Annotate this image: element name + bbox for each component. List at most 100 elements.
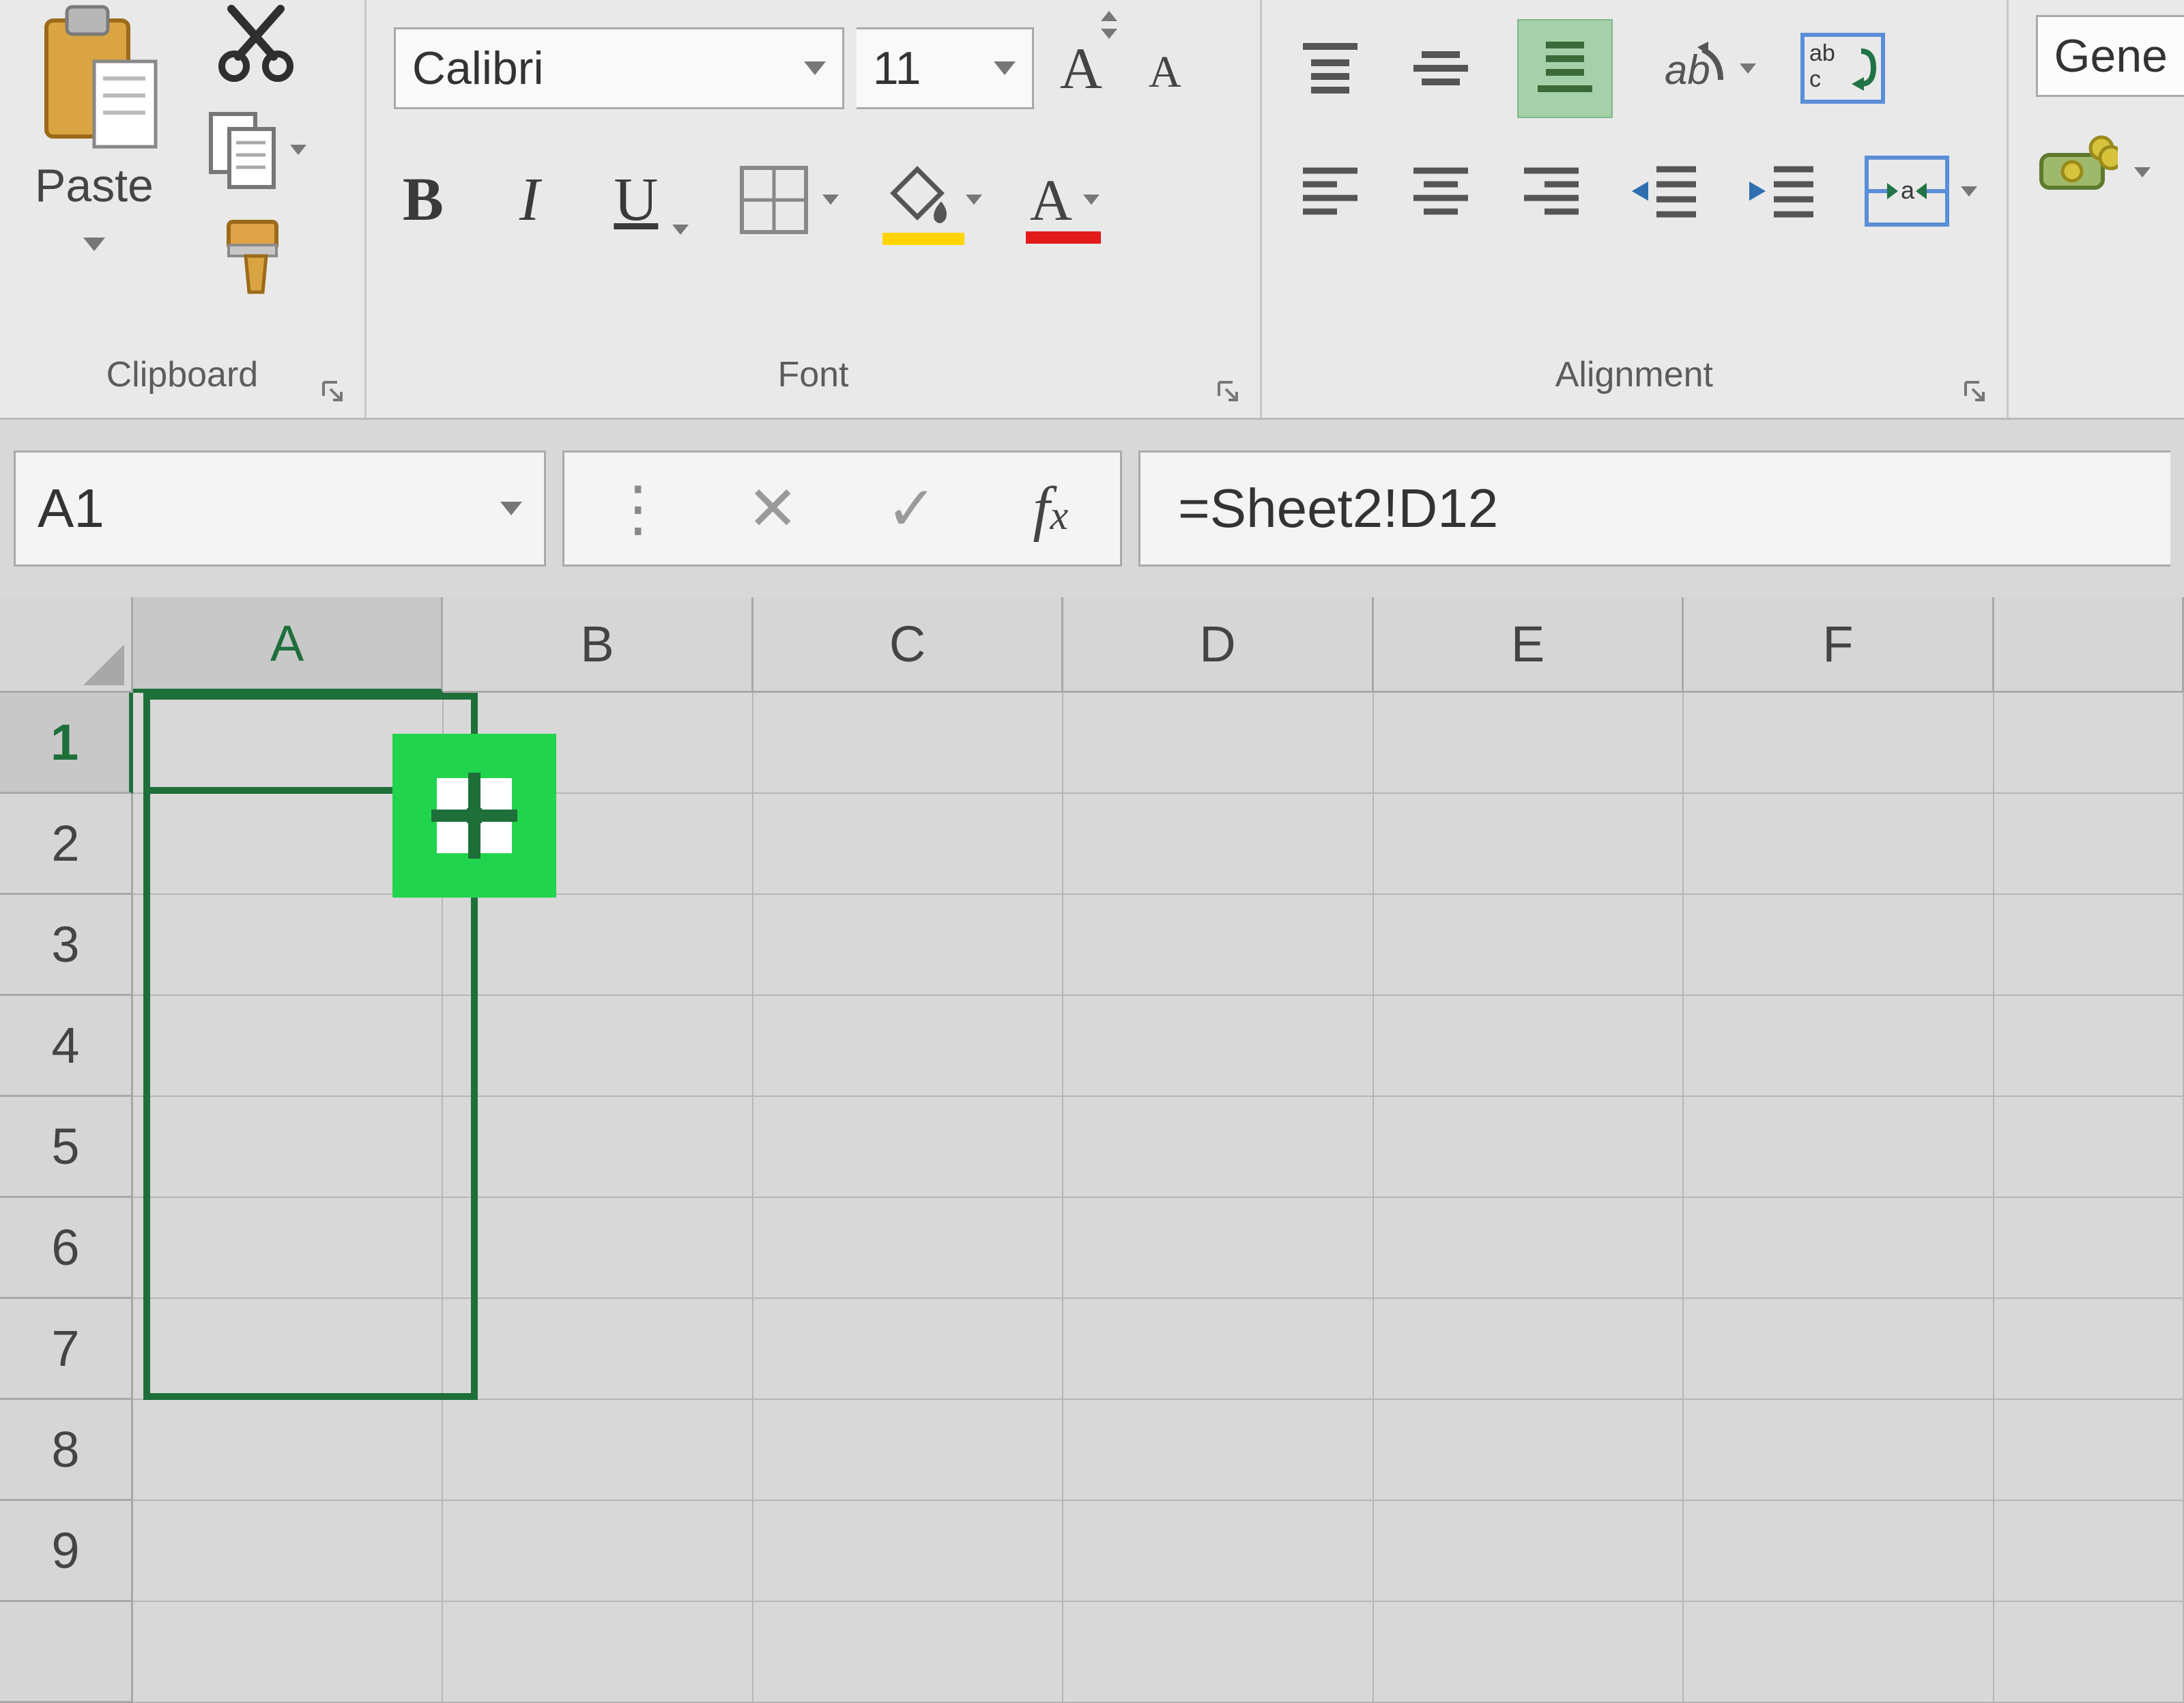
cell-G5[interactable] (1994, 1097, 2184, 1198)
align-center-button[interactable] (1407, 157, 1475, 225)
cell-F5[interactable] (1684, 1097, 1994, 1198)
align-middle-button[interactable] (1407, 34, 1475, 102)
increase-indent-button[interactable] (1745, 157, 1820, 225)
cell-B9[interactable] (443, 1501, 753, 1602)
cell-F6[interactable] (1684, 1198, 1994, 1299)
column-header-A[interactable]: A (133, 597, 443, 693)
cancel-formula-button[interactable]: ✕ (725, 473, 820, 545)
copy-button[interactable] (184, 105, 328, 194)
fill-color-button[interactable] (887, 164, 955, 235)
row-header-5[interactable]: 5 (0, 1097, 133, 1198)
orientation-dropdown[interactable] (1740, 63, 1756, 74)
cell-G4[interactable] (1994, 996, 2184, 1097)
orientation-button[interactable]: ab (1655, 31, 1730, 106)
cell-E4[interactable] (1374, 996, 1684, 1097)
bold-button[interactable]: B (394, 164, 452, 235)
cell-F2[interactable] (1684, 794, 1994, 895)
row-header-3[interactable]: 3 (0, 895, 133, 996)
cell-G6[interactable] (1994, 1198, 2184, 1299)
cell-F9[interactable] (1684, 1501, 1994, 1602)
cell-C6[interactable] (753, 1198, 1063, 1299)
cell-D3[interactable] (1063, 895, 1373, 996)
wrap-text-button[interactable]: ab c (1798, 31, 1887, 106)
format-painter-button[interactable] (184, 210, 328, 299)
row-header-10[interactable] (0, 1602, 133, 1703)
insert-function-button[interactable]: fx (1003, 474, 1098, 544)
cell-B3[interactable] (443, 895, 753, 996)
cell-A10[interactable] (133, 1602, 443, 1703)
merge-center-button[interactable]: a (1863, 154, 1951, 229)
cell-F7[interactable] (1684, 1299, 1994, 1400)
formula-options-button[interactable]: ⋮ (586, 473, 682, 545)
alignment-dialog-launcher[interactable] (1963, 380, 1986, 403)
cell-F1[interactable] (1684, 693, 1994, 794)
decrease-font-size-button[interactable]: A (1120, 34, 1181, 102)
align-bottom-button[interactable] (1517, 19, 1613, 118)
cell-C7[interactable] (753, 1299, 1063, 1400)
cell-C9[interactable] (753, 1501, 1063, 1602)
font-color-dropdown[interactable] (1083, 195, 1100, 205)
row-header-7[interactable]: 7 (0, 1299, 133, 1400)
cell-E8[interactable] (1374, 1400, 1684, 1501)
column-header-F[interactable]: F (1684, 597, 1994, 693)
underline-dropdown[interactable] (672, 225, 689, 235)
align-right-button[interactable] (1517, 157, 1585, 225)
cell-C8[interactable] (753, 1400, 1063, 1501)
cell-G3[interactable] (1994, 895, 2184, 996)
cell-D4[interactable] (1063, 996, 1373, 1097)
accounting-format-dropdown[interactable] (2134, 167, 2151, 177)
column-header-D[interactable]: D (1063, 597, 1373, 693)
cell-G1[interactable] (1994, 693, 2184, 794)
cell-A4[interactable] (133, 996, 443, 1097)
column-header-B[interactable]: B (443, 597, 753, 693)
cell-B4[interactable] (443, 996, 753, 1097)
accounting-format-button[interactable] (2036, 134, 2118, 210)
fill-color-dropdown[interactable] (966, 195, 982, 205)
cell-F3[interactable] (1684, 895, 1994, 996)
cell-B10[interactable] (443, 1602, 753, 1703)
cell-D6[interactable] (1063, 1198, 1373, 1299)
cell-C2[interactable] (753, 794, 1063, 895)
increase-font-size-button[interactable]: A (1060, 34, 1102, 102)
cell-F4[interactable] (1684, 996, 1994, 1097)
row-header-9[interactable]: 9 (0, 1501, 133, 1602)
cell-A7[interactable] (133, 1299, 443, 1400)
cell-E9[interactable] (1374, 1501, 1684, 1602)
cell-C1[interactable] (753, 693, 1063, 794)
cut-button[interactable] (184, 0, 328, 89)
cell-E5[interactable] (1374, 1097, 1684, 1198)
borders-dropdown[interactable] (822, 195, 839, 205)
font-size-combo[interactable]: 11 (857, 27, 1034, 109)
cell-B6[interactable] (443, 1198, 753, 1299)
align-left-button[interactable] (1296, 157, 1364, 225)
paste-button[interactable] (12, 0, 176, 154)
cell-G7[interactable] (1994, 1299, 2184, 1400)
font-dialog-launcher[interactable] (1216, 380, 1239, 403)
cell-E7[interactable] (1374, 1299, 1684, 1400)
copy-dropdown[interactable] (290, 145, 306, 155)
cell-D10[interactable] (1063, 1602, 1373, 1703)
select-all-corner[interactable] (0, 597, 133, 693)
align-top-button[interactable] (1296, 34, 1364, 102)
font-color-button[interactable]: A (1030, 166, 1072, 234)
cell-A8[interactable] (133, 1400, 443, 1501)
cell-B7[interactable] (443, 1299, 753, 1400)
underline-button[interactable]: U (607, 164, 665, 235)
enter-formula-button[interactable]: ✓ (864, 473, 960, 545)
cell-A6[interactable] (133, 1198, 443, 1299)
column-header-overflow[interactable] (1994, 597, 2184, 693)
cell-C10[interactable] (753, 1602, 1063, 1703)
cell-D2[interactable] (1063, 794, 1373, 895)
number-format-combo[interactable]: Gene (2036, 15, 2184, 97)
cell-E1[interactable] (1374, 693, 1684, 794)
name-box[interactable]: A1 (14, 450, 546, 567)
cell-D9[interactable] (1063, 1501, 1373, 1602)
cell-D8[interactable] (1063, 1400, 1373, 1501)
clipboard-dialog-launcher[interactable] (321, 380, 344, 403)
cell-C4[interactable] (753, 996, 1063, 1097)
row-header-2[interactable]: 2 (0, 794, 133, 895)
cell-B8[interactable] (443, 1400, 753, 1501)
cell-E3[interactable] (1374, 895, 1684, 996)
cell-G8[interactable] (1994, 1400, 2184, 1501)
row-header-8[interactable]: 8 (0, 1400, 133, 1501)
